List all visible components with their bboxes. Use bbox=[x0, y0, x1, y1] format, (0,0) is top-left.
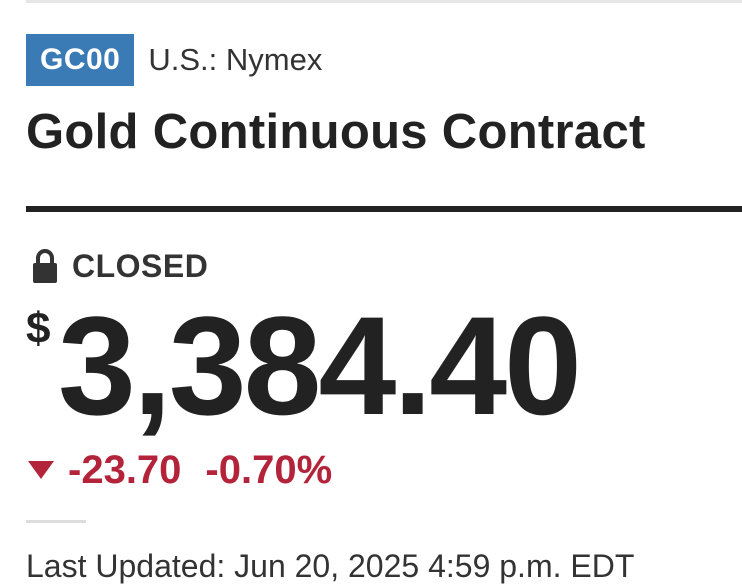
change-value: -23.70 bbox=[68, 447, 182, 492]
last-price: 3,384.40 bbox=[58, 287, 582, 444]
short-divider bbox=[26, 520, 86, 523]
currency-symbol: $ bbox=[26, 304, 51, 353]
market-status: CLOSED bbox=[32, 246, 208, 286]
lock-icon bbox=[32, 248, 58, 284]
exchange-label: U.S.: Nymex bbox=[148, 42, 323, 77]
last-updated: Last Updated: Jun 20, 2025 4:59 p.m. EDT bbox=[26, 548, 635, 584]
instrument-title: Gold Continuous Contract bbox=[26, 105, 646, 159]
change-percent: -0.70% bbox=[205, 447, 333, 492]
top-divider bbox=[26, 0, 742, 3]
ticker-row: GC00 U.S.: Nymex bbox=[26, 34, 322, 86]
price-change: -23.70 -0.70% bbox=[28, 448, 332, 492]
title-divider bbox=[26, 206, 742, 212]
ticker-badge[interactable]: GC00 bbox=[26, 34, 135, 86]
status-text: CLOSED bbox=[72, 247, 209, 284]
down-arrow-icon bbox=[28, 461, 54, 479]
